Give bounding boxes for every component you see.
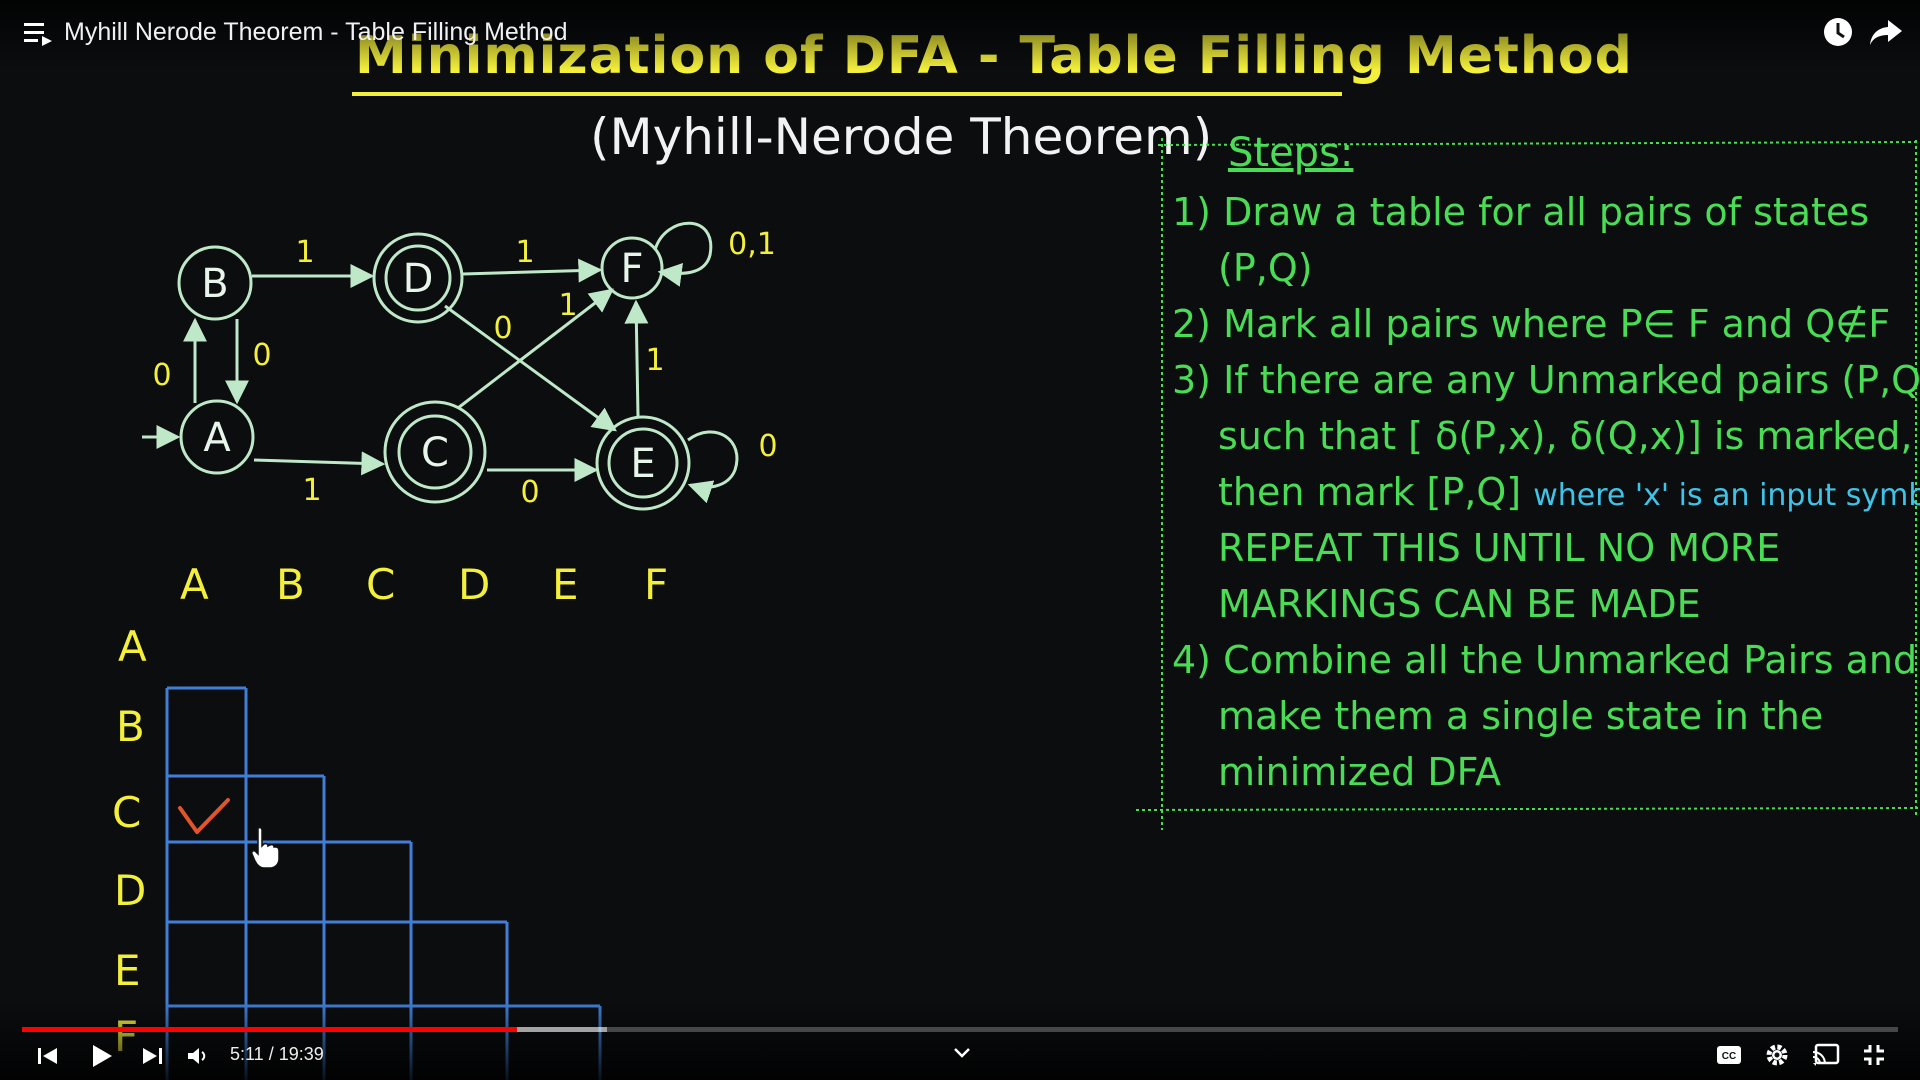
step-4-cont-1: make them a single state in the bbox=[1218, 694, 1824, 738]
play-icon[interactable] bbox=[90, 1043, 114, 1069]
playlist-menu-icon[interactable] bbox=[24, 20, 54, 46]
step-3-repeat-1: REPEAT THIS UNTIL NO MORE bbox=[1218, 526, 1781, 570]
chalkboard: Minimization of DFA - Table Filling Meth… bbox=[0, 0, 1920, 1080]
video-frame[interactable]: Minimization of DFA - Table Filling Meth… bbox=[0, 0, 1920, 1080]
check-mark bbox=[178, 798, 230, 834]
chevron-down-icon[interactable] bbox=[952, 1046, 972, 1060]
step-4: 4) Combine all the Unmarked Pairs and bbox=[1172, 638, 1918, 682]
current-time: 5:11 bbox=[230, 1044, 264, 1064]
step-3: 3) If there are any Unmarked pairs (P,Q) bbox=[1172, 358, 1920, 402]
progress-buffered bbox=[517, 1027, 607, 1032]
video-title[interactable]: Myhill Nerode Theorem - Table Filling Me… bbox=[64, 18, 567, 47]
step-3-cont-2: then mark [P,Q] where 'x' is an input sy… bbox=[1218, 470, 1920, 514]
steps-heading: Steps: bbox=[1228, 130, 1354, 176]
step-3-note: where 'x' is an input symbol bbox=[1533, 478, 1920, 513]
progress-played bbox=[22, 1027, 518, 1032]
step-2: 2) Mark all pairs where P∈ F and Q∉F bbox=[1172, 302, 1891, 346]
gear-icon[interactable] bbox=[1764, 1042, 1790, 1068]
label-f-loop: 0,1 bbox=[728, 227, 776, 262]
cast-icon[interactable] bbox=[1812, 1043, 1840, 1067]
step-3-mark: then mark [P,Q] bbox=[1218, 470, 1522, 514]
top-bar: Myhill Nerode Theorem - Table Filling Me… bbox=[0, 0, 1920, 70]
pairs-table bbox=[165, 686, 602, 1080]
hand-cursor-icon bbox=[251, 826, 280, 869]
skip-previous-icon[interactable] bbox=[36, 1046, 60, 1066]
step-4-cont-2: minimized DFA bbox=[1218, 750, 1501, 794]
skip-next-icon[interactable] bbox=[140, 1046, 164, 1066]
closed-captions-icon[interactable]: CC bbox=[1716, 1044, 1742, 1066]
player-controls bbox=[0, 1000, 1920, 1080]
step-1-cont: (P,Q) bbox=[1218, 246, 1313, 290]
duration: 19:39 bbox=[278, 1044, 324, 1064]
label-e-loop: 0 bbox=[758, 429, 777, 464]
share-arrow-icon[interactable] bbox=[1868, 16, 1904, 48]
svg-text:CC: CC bbox=[1722, 1051, 1736, 1062]
time-display: 5:11 / 19:39 bbox=[230, 1044, 324, 1065]
clock-icon[interactable] bbox=[1822, 16, 1854, 48]
step-3-cont-1: such that [ δ(P,x), δ(Q,x)] is marked, bbox=[1218, 414, 1913, 458]
time-separator: / bbox=[268, 1044, 274, 1064]
volume-icon[interactable] bbox=[186, 1046, 210, 1066]
exit-fullscreen-icon[interactable] bbox=[1862, 1043, 1886, 1067]
step-3-repeat-2: MARKINGS CAN BE MADE bbox=[1218, 582, 1701, 626]
step-1: 1) Draw a table for all pairs of states bbox=[1172, 190, 1870, 234]
